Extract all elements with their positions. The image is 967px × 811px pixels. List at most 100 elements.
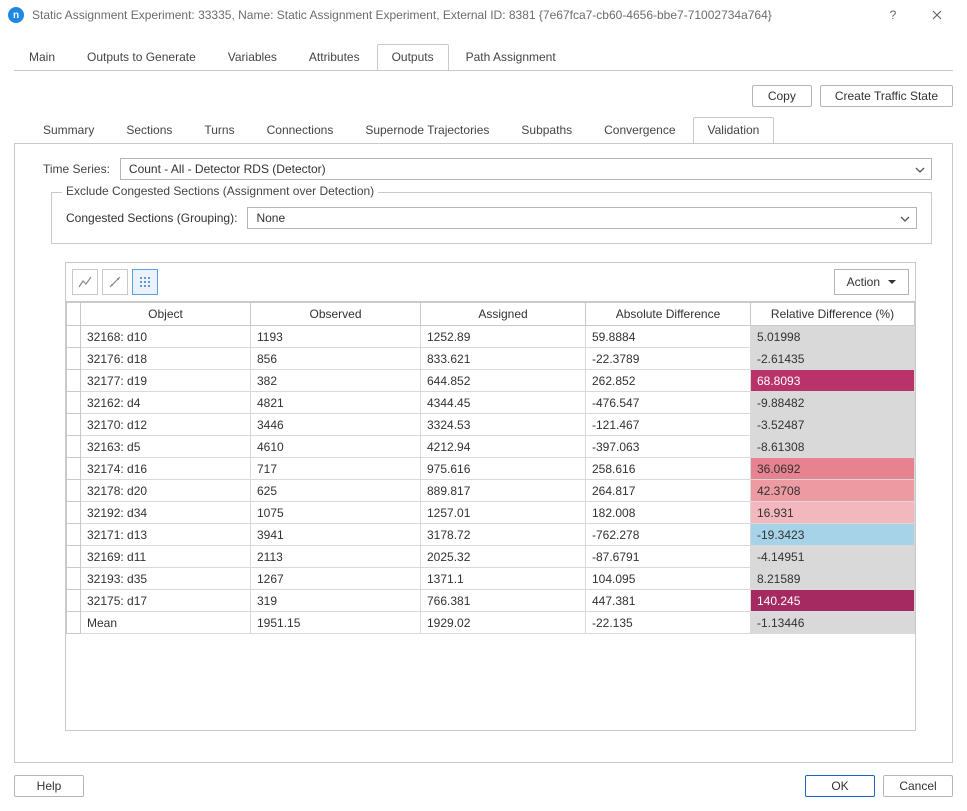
cell-observed: 4610 <box>251 436 421 458</box>
col-observed[interactable]: Observed <box>251 303 421 326</box>
row-header[interactable] <box>67 480 81 502</box>
sub-tab-subpaths[interactable]: Subpaths <box>506 117 587 144</box>
cell-object: 32178: d20 <box>81 480 251 502</box>
table-row[interactable]: 32163: d546104212.94-397.063-8.61308 <box>67 436 915 458</box>
row-header[interactable] <box>67 370 81 392</box>
scatter-icon <box>108 275 122 289</box>
cell-reldiff: -2.61435 <box>751 348 915 370</box>
cell-assigned: 1257.01 <box>421 502 586 524</box>
congested-grouping-value: None <box>256 211 285 225</box>
sub-tab-sections[interactable]: Sections <box>111 117 187 144</box>
table-row[interactable]: Mean1951.151929.02-22.135-1.13446 <box>67 612 915 634</box>
col-object[interactable]: Object <box>81 303 251 326</box>
sub-tab-connections[interactable]: Connections <box>252 117 349 144</box>
ok-button[interactable]: OK <box>805 775 875 797</box>
cell-absdiff: 182.008 <box>586 502 751 524</box>
row-header[interactable] <box>67 458 81 480</box>
cell-assigned: 975.616 <box>421 458 586 480</box>
col-absdiff[interactable]: Absolute Difference <box>586 303 751 326</box>
view-mode-2-button[interactable] <box>102 269 128 295</box>
cell-object: 32192: d34 <box>81 502 251 524</box>
caret-down-icon <box>888 278 896 286</box>
table-corner[interactable] <box>67 303 81 326</box>
app-icon: n <box>8 7 24 23</box>
main-tab-variables[interactable]: Variables <box>213 44 292 71</box>
cell-reldiff: -4.14951 <box>751 546 915 568</box>
cell-reldiff: 16.931 <box>751 502 915 524</box>
help-titlebar-button[interactable]: ? <box>871 0 915 30</box>
sub-tab-turns[interactable]: Turns <box>189 117 249 144</box>
table-row[interactable]: 32169: d1121132025.32-87.6791-4.14951 <box>67 546 915 568</box>
cell-absdiff: 104.095 <box>586 568 751 590</box>
cell-observed: 717 <box>251 458 421 480</box>
cell-assigned: 1929.02 <box>421 612 586 634</box>
table-row[interactable]: 32175: d17319766.381447.381140.245 <box>67 590 915 612</box>
help-button[interactable]: Help <box>14 775 84 797</box>
cell-reldiff: -3.52487 <box>751 414 915 436</box>
cell-object: 32177: d19 <box>81 370 251 392</box>
cell-observed: 4821 <box>251 392 421 414</box>
cell-reldiff: 36.0692 <box>751 458 915 480</box>
table-row[interactable]: 32178: d20625889.817264.81742.3708 <box>67 480 915 502</box>
cell-absdiff: 264.817 <box>586 480 751 502</box>
close-titlebar-button[interactable] <box>915 0 959 30</box>
row-header[interactable] <box>67 348 81 370</box>
cell-observed: 2113 <box>251 546 421 568</box>
row-header[interactable] <box>67 568 81 590</box>
view-mode-grid-button[interactable] <box>132 269 158 295</box>
row-header[interactable] <box>67 326 81 348</box>
sub-tab-validation[interactable]: Validation <box>693 117 775 144</box>
table-row[interactable]: 32177: d19382644.852262.85268.8093 <box>67 370 915 392</box>
table-row[interactable]: 32168: d1011931252.8959.88845.01998 <box>67 326 915 348</box>
main-tab-path-assignment[interactable]: Path Assignment <box>451 44 571 71</box>
close-icon <box>932 10 942 20</box>
row-header[interactable] <box>67 590 81 612</box>
time-series-select[interactable]: Count - All - Detector RDS (Detector) <box>120 158 932 180</box>
cell-object: 32162: d4 <box>81 392 251 414</box>
table-row[interactable]: 32176: d18856833.621-22.3789-2.61435 <box>67 348 915 370</box>
row-header[interactable] <box>67 524 81 546</box>
table-row[interactable]: 32170: d1234463324.53-121.467-3.52487 <box>67 414 915 436</box>
cell-absdiff: -22.3789 <box>586 348 751 370</box>
main-tab-outputs[interactable]: Outputs <box>377 44 449 71</box>
main-tab-outputs-to-generate[interactable]: Outputs to Generate <box>72 44 211 71</box>
row-header[interactable] <box>67 414 81 436</box>
table-row[interactable]: 32162: d448214344.45-476.547-9.88482 <box>67 392 915 414</box>
sub-tab-supernode-trajectories[interactable]: Supernode Trajectories <box>350 117 504 144</box>
col-reldiff[interactable]: Relative Difference (%) <box>751 303 915 326</box>
create-traffic-state-button[interactable]: Create Traffic State <box>820 85 953 107</box>
congested-grouping-select[interactable]: None <box>247 207 917 229</box>
main-tab-main[interactable]: Main <box>14 44 70 71</box>
row-header[interactable] <box>67 502 81 524</box>
time-series-value: Count - All - Detector RDS (Detector) <box>129 162 326 176</box>
validation-table: Object Observed Assigned Absolute Differ… <box>66 302 915 634</box>
table-row[interactable]: 32193: d3512671371.1104.0958.21589 <box>67 568 915 590</box>
cell-reldiff: 42.3708 <box>751 480 915 502</box>
sub-tab-convergence[interactable]: Convergence <box>589 117 690 144</box>
cell-object: 32193: d35 <box>81 568 251 590</box>
view-mode-1-button[interactable] <box>72 269 98 295</box>
table-row[interactable]: 32192: d3410751257.01182.00816.931 <box>67 502 915 524</box>
row-header[interactable] <box>67 392 81 414</box>
cell-assigned: 1252.89 <box>421 326 586 348</box>
cell-absdiff: -87.6791 <box>586 546 751 568</box>
cell-assigned: 833.621 <box>421 348 586 370</box>
cell-assigned: 2025.32 <box>421 546 586 568</box>
cell-reldiff: 140.245 <box>751 590 915 612</box>
copy-button[interactable]: Copy <box>752 85 812 107</box>
cell-reldiff: 5.01998 <box>751 326 915 348</box>
row-header[interactable] <box>67 612 81 634</box>
cancel-button[interactable]: Cancel <box>883 775 953 797</box>
cell-object: 32175: d17 <box>81 590 251 612</box>
cell-reldiff: 8.21589 <box>751 568 915 590</box>
sub-tab-summary[interactable]: Summary <box>28 117 109 144</box>
row-header[interactable] <box>67 546 81 568</box>
col-assigned[interactable]: Assigned <box>421 303 586 326</box>
action-dropdown[interactable]: Action <box>834 269 909 295</box>
cell-object: Mean <box>81 612 251 634</box>
cell-assigned: 4344.45 <box>421 392 586 414</box>
table-row[interactable]: 32171: d1339413178.72-762.278-19.3423 <box>67 524 915 546</box>
table-row[interactable]: 32174: d16717975.616258.61636.0692 <box>67 458 915 480</box>
main-tab-attributes[interactable]: Attributes <box>294 44 375 71</box>
row-header[interactable] <box>67 436 81 458</box>
